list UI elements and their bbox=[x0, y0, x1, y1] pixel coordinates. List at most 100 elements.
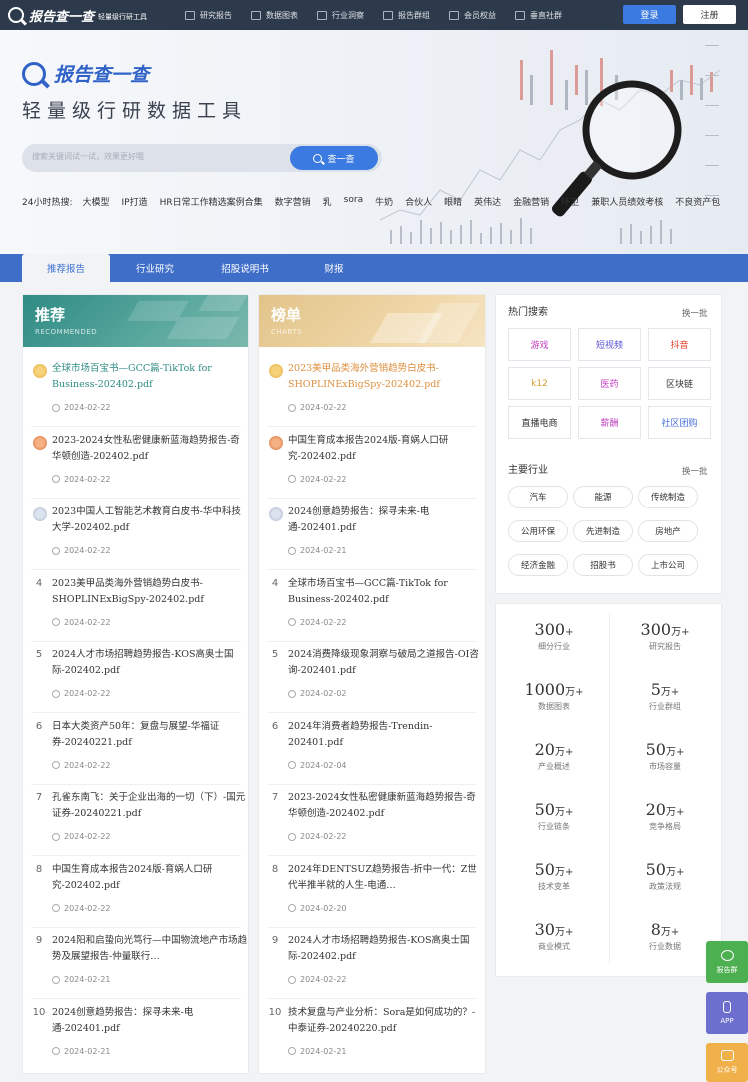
stat-label: 行业群组 bbox=[649, 702, 681, 711]
report-title[interactable]: 中国生育成本报告2024版-育娲人口研究-202402.pdf bbox=[52, 862, 248, 894]
date-text: 2024-02-04 bbox=[300, 760, 347, 770]
logo[interactable]: 报告查一查 轻量级行研工具 bbox=[8, 6, 147, 25]
stat-unit: 万+ bbox=[554, 807, 574, 818]
report-title[interactable]: 技术复盘与产业分析：Sora是如何成功的？-中泰证券-20240220.pdf bbox=[288, 1005, 484, 1037]
report-title[interactable]: 2023中国人工智能艺术教育白皮书-华中科技大学-202402.pdf bbox=[52, 504, 248, 536]
divider bbox=[267, 640, 477, 642]
divider bbox=[31, 640, 241, 642]
float-official-button[interactable]: 公众号 bbox=[706, 1043, 748, 1082]
industry-tag[interactable]: 传统制造 bbox=[638, 486, 698, 508]
industry-tag[interactable]: 能源 bbox=[573, 486, 633, 508]
stat-label: 行业数据 bbox=[649, 942, 681, 951]
industry-tag[interactable]: 上市公司 bbox=[638, 554, 698, 576]
report-title[interactable]: 全球市场百宝书—GCC篇-TikTok for Business-202402.… bbox=[288, 576, 484, 608]
nav-item-community[interactable]: 垂直社群 bbox=[515, 10, 562, 21]
report-date: 2024-02-22 bbox=[52, 475, 111, 484]
hot-keyword[interactable]: 英伟达 bbox=[474, 195, 501, 208]
stat-label: 技术变革 bbox=[538, 882, 570, 891]
refresh-industry-link[interactable]: 换一批 bbox=[682, 465, 708, 477]
clock-icon bbox=[288, 403, 296, 412]
report-title[interactable]: 日本大类资产50年：复盘与展望-华福证券-20240221.pdf bbox=[52, 719, 248, 751]
stat-item: 30万+ 商业模式 bbox=[499, 920, 609, 952]
hot-keyword[interactable]: 合伙人 bbox=[405, 195, 432, 208]
nav-item-reports[interactable]: 研究报告 bbox=[185, 10, 232, 21]
hot-keyword[interactable]: 大模型 bbox=[83, 195, 110, 208]
report-title[interactable]: 中国生育成本报告2024版-育娲人口研究-202402.pdf bbox=[288, 433, 484, 465]
float-app-button[interactable]: APP bbox=[706, 992, 748, 1034]
report-title[interactable]: 全球市场百宝书—GCC篇-TikTok for Business-202402.… bbox=[52, 361, 248, 393]
hot-keyword[interactable]: 环卫 bbox=[561, 195, 579, 208]
report-title[interactable]: 2024创意趋势报告：探寻未来-电通-202401.pdf bbox=[288, 504, 484, 536]
hot-keyword[interactable]: 牛奶 bbox=[375, 195, 393, 208]
gold-medal-icon bbox=[269, 364, 283, 378]
report-title[interactable]: 2023美甲品类海外营销趋势白皮书-SHOPLINExBigSpy-202402… bbox=[52, 576, 248, 608]
hot-search-keyword[interactable]: 抖音 bbox=[648, 328, 711, 361]
industry-tag[interactable]: 房地产 bbox=[638, 520, 698, 542]
report-title[interactable]: 2024消费降级现象洞察与破局之道报告-OI咨询-202401.pdf bbox=[288, 647, 484, 679]
hot-search-keyword[interactable]: 医药 bbox=[578, 367, 641, 400]
float-group-button[interactable]: 报告群 bbox=[706, 941, 748, 983]
search-button[interactable]: 查一查 bbox=[290, 146, 378, 170]
report-title[interactable]: 2023-2024女性私密健康新蓝海趋势报告-奇华顿创造-202402.pdf bbox=[52, 433, 248, 465]
hot-keyword[interactable]: 不良资产包 bbox=[675, 195, 720, 208]
clock-icon bbox=[52, 832, 60, 841]
hot-keyword[interactable]: 数字营销 bbox=[275, 195, 311, 208]
stat-item: 5万+ 行业群组 bbox=[610, 680, 720, 712]
report-date: 2024-02-22 bbox=[288, 975, 347, 984]
industry-tag[interactable]: 先进制造 bbox=[573, 520, 633, 542]
stat-value: 1000万+ bbox=[499, 680, 609, 699]
industry-tag[interactable]: 经济金融 bbox=[508, 554, 568, 576]
hot-keyword[interactable]: 金融营销 bbox=[513, 195, 549, 208]
refresh-hot-search-link[interactable]: 换一批 bbox=[682, 307, 708, 319]
date-text: 2024-02-22 bbox=[64, 617, 111, 627]
report-title[interactable]: 2023-2024女性私密健康新蓝海趋势报告-奇华顿创造-202402.pdf bbox=[288, 790, 484, 822]
tab-prospectus[interactable]: 招股说明书 bbox=[198, 254, 292, 282]
silver-medal-icon bbox=[33, 507, 47, 521]
hot-search-keyword[interactable]: k12 bbox=[508, 367, 571, 400]
hot-keyword[interactable]: HR日常工作精选案例合集 bbox=[160, 195, 263, 208]
hot-search-keyword[interactable]: 社区团购 bbox=[648, 406, 711, 439]
nav-item-insight[interactable]: 行业洞察 bbox=[317, 10, 364, 21]
login-button[interactable]: 登录 bbox=[623, 5, 676, 24]
stat-unit: 万+ bbox=[665, 867, 685, 878]
nav-item-membership[interactable]: 会员权益 bbox=[449, 10, 496, 21]
industry-tag[interactable]: 汽车 bbox=[508, 486, 568, 508]
search-input[interactable] bbox=[32, 152, 282, 161]
hot-search-keyword[interactable]: 短视频 bbox=[578, 328, 641, 361]
stat-label: 行业链条 bbox=[538, 822, 570, 831]
hot-keyword[interactable]: 兼职人员绩效考核 bbox=[591, 195, 663, 208]
divider bbox=[31, 855, 241, 856]
tab-industry[interactable]: 行业研究 bbox=[114, 254, 196, 282]
clock-icon bbox=[288, 475, 296, 483]
report-title[interactable]: 孔雀东南飞：关于企业出海的一切（下）-国元证券-20240221.pdf bbox=[52, 790, 248, 822]
stat-label: 竞争格局 bbox=[649, 822, 681, 831]
hot-keyword[interactable]: IP打造 bbox=[122, 195, 148, 208]
tab-recommended[interactable]: 推荐报告 bbox=[22, 254, 110, 282]
divider bbox=[267, 926, 477, 928]
hot-search-keyword[interactable]: 游戏 bbox=[508, 328, 571, 361]
industry-tag[interactable]: 招股书 bbox=[573, 554, 633, 576]
hot-keyword[interactable]: 眼睛 bbox=[444, 195, 462, 208]
hot-search-keyword[interactable]: 区块链 bbox=[648, 367, 711, 400]
register-button[interactable]: 注册 bbox=[683, 5, 736, 24]
nav-item-charts[interactable]: 数据图表 bbox=[251, 10, 298, 21]
report-title[interactable]: 2024年DENTSUZ趋势报告-折中一代：Z世代半推半就的人生-电通… bbox=[288, 862, 484, 894]
divider bbox=[31, 426, 241, 427]
hot-search-keyword[interactable]: 直播电商 bbox=[508, 406, 571, 439]
stat-item: 50万+ 政策法规 bbox=[610, 860, 720, 892]
stat-number: 50 bbox=[645, 860, 666, 879]
report-title[interactable]: 2024人才市场招聘趋势报告-KOS高奥士国际-202402.pdf bbox=[288, 933, 484, 965]
industry-tag[interactable]: 公用环保 bbox=[508, 520, 568, 542]
report-title[interactable]: 2024年消费者趋势报告-Trendin-202401.pdf bbox=[288, 719, 484, 751]
nav-item-groups[interactable]: 报告群组 bbox=[383, 10, 430, 21]
hot-keyword[interactable]: sora bbox=[344, 195, 363, 208]
hot-keyword[interactable]: 乳 bbox=[323, 195, 332, 208]
tab-financial[interactable]: 财报 bbox=[296, 254, 372, 282]
report-title[interactable]: 2024阳和启蛰向光笃行—中国物流地产市场趋势及展望报告-仲量联行… bbox=[52, 933, 248, 965]
hot-search-keyword[interactable]: 薪酬 bbox=[578, 406, 641, 439]
stat-value: 50万+ bbox=[610, 740, 720, 759]
stat-item: 20万+ 产业概述 bbox=[499, 740, 609, 772]
report-title[interactable]: 2024人才市场招聘趋势报告-KOS高奥士国际-202402.pdf bbox=[52, 647, 248, 679]
report-title[interactable]: 2023美甲品类海外营销趋势白皮书-SHOPLINExBigSpy-202402… bbox=[288, 361, 484, 393]
report-title[interactable]: 2024创意趋势报告：探寻未来-电通-202401.pdf bbox=[52, 1005, 248, 1037]
